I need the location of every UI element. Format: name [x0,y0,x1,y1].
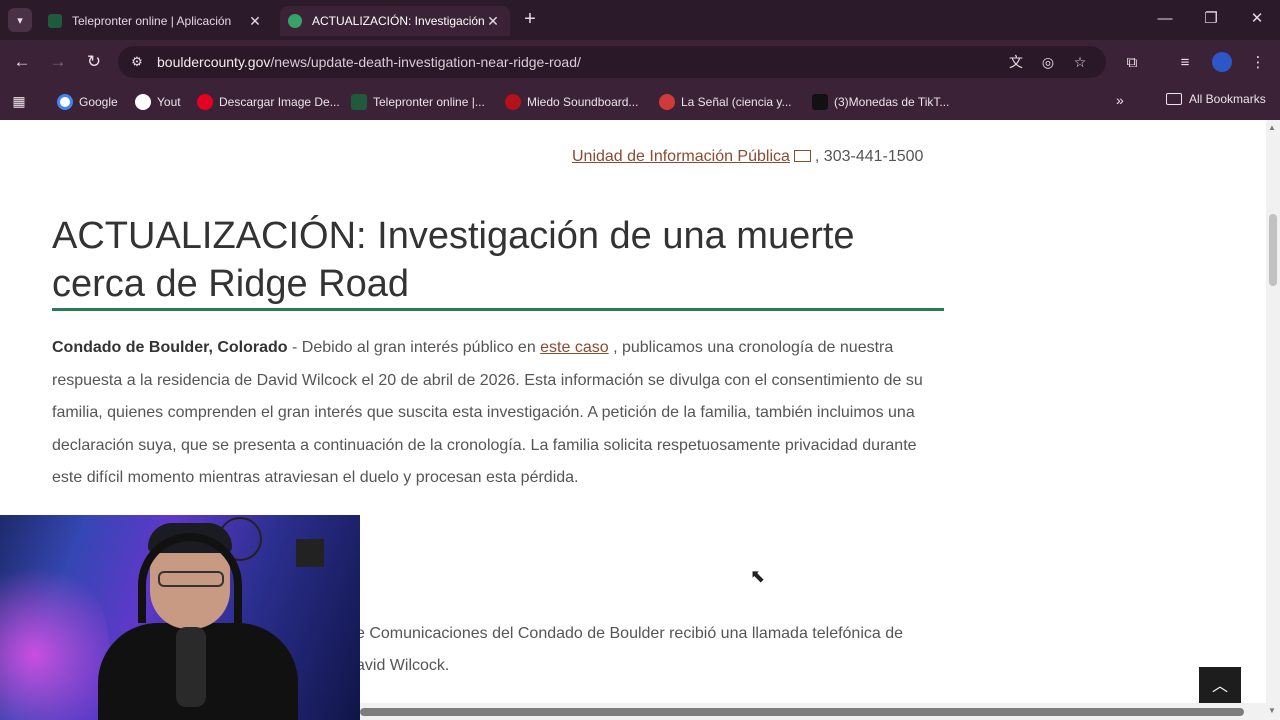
translate-icon[interactable]: 文 [1006,52,1026,72]
vertical-scrollbar[interactable]: ▲ ▼ [1266,120,1280,720]
close-icon[interactable]: ✕ [246,13,264,30]
avatar[interactable] [1212,52,1232,72]
url-path: /news/update-death-investigation-near-ri… [270,54,581,70]
bookmark-teleprompter[interactable]: Telepronter online |... [351,92,485,112]
back-button[interactable]: ← [9,50,35,76]
eye-off-icon[interactable]: ◎ [1038,52,1058,72]
bookmark-label: Google [79,95,118,109]
plus-icon: + [524,8,536,30]
bookmark-label: Descargar Image De... [219,95,340,109]
menu-icon[interactable]: ⋮ [1247,52,1269,74]
toolbar: ← → ↻ ⚙ bouldercounty.gov/news/update-de… [0,40,1280,84]
google-icon [57,94,73,110]
tiktok-icon [812,94,828,110]
tab-title: ACTUALIZACIÓN: Investigación [312,14,484,28]
tab-title: Telepronter online | Aplicación [72,14,232,28]
media-controls-icon[interactable]: ≡ [1174,52,1196,74]
back-to-top-button[interactable]: ︿ [1199,667,1241,707]
tab-search-button[interactable]: ▾ [8,8,32,32]
signal-icon [659,94,675,110]
star-icon[interactable]: ☆ [1070,52,1090,72]
bookmark-label: (3)Monedas de TikT... [834,95,950,109]
tab-boulder-news[interactable]: ACTUALIZACIÓN: Investigación ✕ [280,6,510,36]
tab-strip: ▾ Telepronter online | Aplicación ✕ ACTU… [0,0,1280,40]
url-host: bouldercounty.gov [157,54,271,70]
webcam-overlay [0,515,360,720]
minimize-button[interactable]: — [1150,8,1180,32]
all-bookmarks-label: All Bookmarks [1189,92,1266,106]
url-text[interactable]: bouldercounty.gov/news/update-death-inve… [157,54,581,70]
mail-icon [793,150,811,162]
lead-text-2: , publicamos una cronología de nuestra r… [52,339,923,486]
pinterest-icon [197,94,213,110]
close-icon: ✕ [1250,10,1264,27]
timeline-line-1: e Comunicaciones del Condado de Boulder … [356,625,904,642]
lead-text-1: - Debido al gran interés público en [287,339,541,356]
bookmark-label: Yout [157,95,181,109]
contact-phone: , 303-441-1500 [814,148,924,165]
contact-line: Unidad de Información Pública , 303-441-1… [572,148,923,166]
apps-grid-icon[interactable]: ▦ [10,92,28,110]
bookmark-miedo[interactable]: Miedo Soundboard... [505,92,638,112]
public-information-link[interactable]: Unidad de Información Pública [572,148,790,165]
minimize-icon: — [1157,10,1173,27]
wall-frame [296,539,324,567]
site-info-icon[interactable]: ⚙ [128,53,146,71]
bookmark-pinterest[interactable]: Descargar Image De... [197,92,340,112]
lead-paragraph: Condado de Boulder, Colorado - Debido al… [52,332,948,495]
extensions-icon[interactable]: ⧉ [1121,52,1143,74]
bookmark-youtube[interactable]: Yout [135,92,181,112]
bookmark-tiktok[interactable]: (3)Monedas de TikT... [812,92,949,112]
scroll-down-icon[interactable]: ▼ [1268,706,1276,715]
reload-button[interactable]: ↻ [81,50,107,76]
bookmarks-bar: ▦ Google Yout Descargar Image De... Tele… [0,84,1280,120]
teleprompter-favicon-icon [48,14,62,28]
restore-button[interactable]: ❐ [1196,8,1226,32]
page-title: ACTUALIZACIÓN: Investigación de una muer… [52,215,855,305]
este-caso-link[interactable]: este caso [540,339,608,356]
chevron-double-right-icon[interactable]: » [1116,92,1124,108]
close-window-button[interactable]: ✕ [1242,8,1272,32]
microphone-icon [176,627,206,707]
bookmark-google[interactable]: Google [57,92,118,112]
reload-icon: ↻ [86,52,102,71]
youtube-icon [135,94,151,110]
soundboard-icon [505,94,521,110]
folder-icon [1166,93,1182,105]
chevron-down-icon: ▾ [17,14,23,27]
arrow-right-icon: → [49,52,67,71]
bookmark-label: Telepronter online |... [373,95,485,109]
arrow-left-icon: ← [13,52,31,71]
scrollbar-thumb[interactable] [1269,214,1277,286]
glasses-icon [158,571,224,587]
forward-button[interactable]: → [45,50,71,76]
mouse-cursor-icon: ⬉ [750,566,766,586]
teleprompter-icon [351,94,367,110]
bookmark-label: La Señal (ciencia y... [681,95,792,109]
tab-teleprompter[interactable]: Telepronter online | Aplicación ✕ [40,6,272,36]
title-divider [52,308,944,311]
boulder-favicon-icon [288,14,302,28]
horizontal-scrollbar[interactable] [360,703,1266,720]
restore-icon: ❐ [1204,10,1218,27]
all-bookmarks-button[interactable]: All Bookmarks [1166,92,1266,106]
webcam-light [0,555,110,720]
address-bar[interactable]: ⚙ bouldercounty.gov/news/update-death-in… [118,46,1106,78]
chevron-up-icon: ︿ [1211,678,1228,695]
bookmark-la-senal[interactable]: La Señal (ciencia y... [659,92,792,112]
new-tab-button[interactable]: + [518,8,542,32]
scrollbar-thumb[interactable] [360,708,1244,716]
bookmark-label: Miedo Soundboard... [527,95,639,109]
close-icon[interactable]: ✕ [484,13,502,30]
timeline-line-2: avid Wilcock. [356,657,450,674]
lead-location: Condado de Boulder, Colorado [52,339,288,356]
scroll-up-icon[interactable]: ▲ [1268,123,1276,132]
